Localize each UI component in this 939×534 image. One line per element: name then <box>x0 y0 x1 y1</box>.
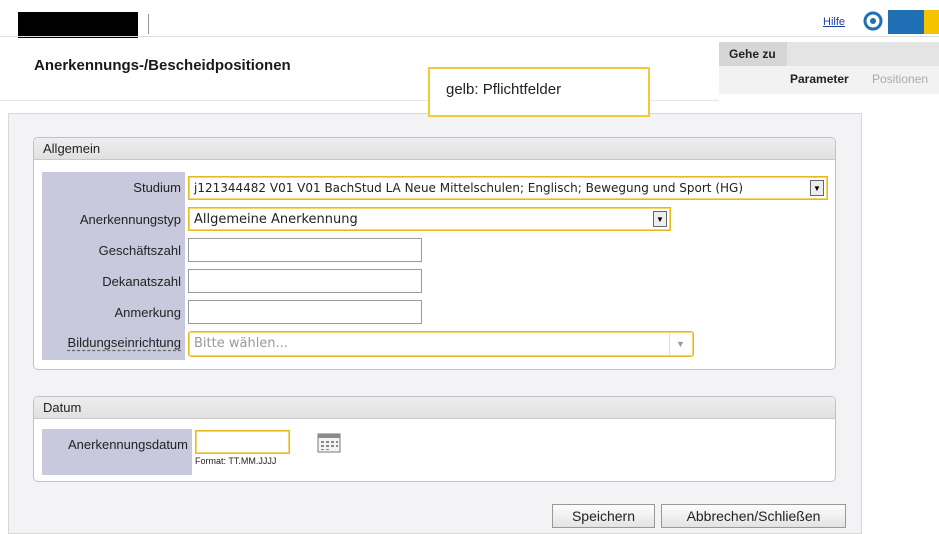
tab-positionen[interactable]: Positionen <box>872 72 928 86</box>
redacted-logo <box>18 12 138 38</box>
label-column-allgemein <box>42 172 185 360</box>
bildungseinrichtung-label[interactable]: Bildungseinrichtung <box>42 335 181 350</box>
help-link[interactable]: Hilfe <box>823 16 845 28</box>
studium-select[interactable]: j121344482 V01 V01 BachStud LA Neue Mitt… <box>188 176 828 200</box>
label-column-datum <box>42 429 192 475</box>
chevron-down-icon[interactable]: ▼ <box>810 180 824 196</box>
format-hint: Format: TT.MM.JJJJ <box>195 456 277 466</box>
bildungseinrichtung-select[interactable]: Bitte wählen... <box>188 331 694 357</box>
cancel-button[interactable]: Abbrechen/Schließen <box>661 504 846 528</box>
brand-bar-blue <box>888 10 924 34</box>
divider <box>148 14 149 34</box>
studium-select-value: j121344482 V01 V01 BachStud LA Neue Mitt… <box>194 181 744 195</box>
page-title: Anerkennungs-/Bescheidpositionen <box>34 57 291 74</box>
anerkennungstyp-label: Anerkennungstyp <box>79 212 181 227</box>
dekanatszahl-field[interactable] <box>188 269 422 293</box>
geschaeftszahl-field[interactable] <box>188 238 422 262</box>
goto-field[interactable] <box>787 42 939 66</box>
bildungseinrichtung-placeholder: Bitte wählen... <box>194 336 288 351</box>
chevron-down-icon: ▼ <box>669 333 691 355</box>
studium-label: Studium <box>133 180 181 195</box>
required-fields-note: gelb: Pflichtfelder <box>428 67 650 117</box>
save-button[interactable]: Speichern <box>552 504 655 528</box>
anmerkung-field[interactable] <box>188 300 422 324</box>
anerkennungsdatum-field[interactable] <box>195 430 290 454</box>
brand-bar-yellow <box>924 10 939 34</box>
goto-label: Gehe zu <box>719 42 787 66</box>
anerkennungstyp-value: Allgemeine Anerkennung <box>194 212 358 227</box>
chevron-down-icon[interactable]: ▼ <box>653 211 667 227</box>
geschaeftszahl-label: Geschäftszahl <box>98 243 181 258</box>
dekanatszahl-label: Dekanatszahl <box>102 274 181 289</box>
brand-logo-icon <box>860 10 888 34</box>
top-divider <box>0 36 939 37</box>
tab-parameter[interactable]: Parameter <box>790 72 849 86</box>
calendar-icon[interactable] <box>317 433 341 453</box>
fieldset-allgemein-legend: Allgemein <box>34 138 835 160</box>
anerkennungstyp-select[interactable]: Allgemeine Anerkennung <box>188 207 671 231</box>
anmerkung-label: Anmerkung <box>114 305 181 320</box>
fieldset-datum-legend: Datum <box>34 397 835 419</box>
anerkennungsdatum-label: Anerkennungsdatum <box>68 437 188 452</box>
